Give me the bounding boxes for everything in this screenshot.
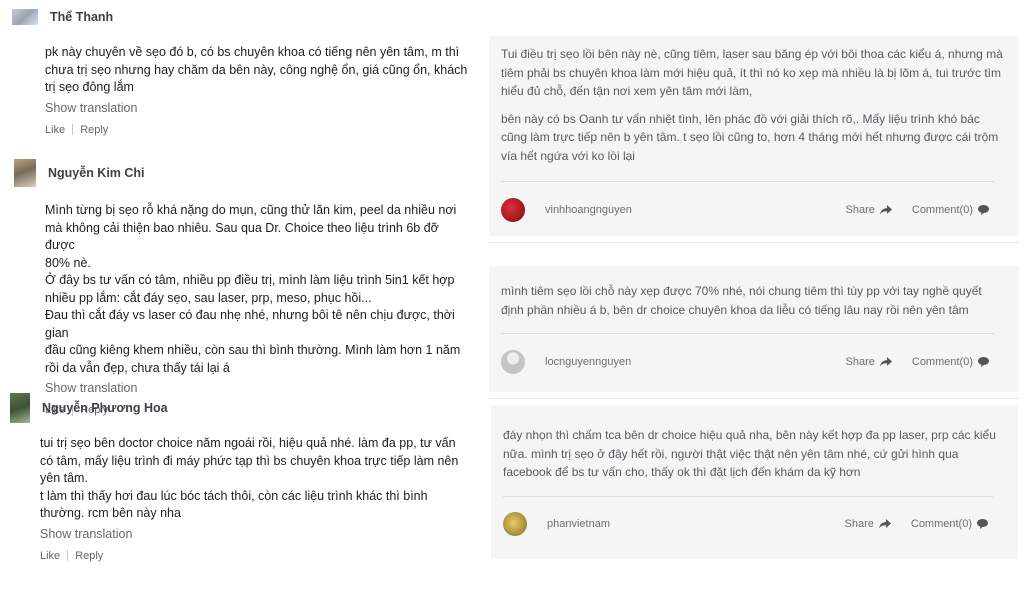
username[interactable]: phanvietnam [547,518,845,530]
share-button[interactable]: Share [846,204,892,216]
review-text: Tui điều trị sẹo lồi bên này nè, cũng ti… [501,47,1003,98]
reply-button[interactable]: Reply [75,550,103,562]
speech-bubble-icon [977,519,988,529]
share-label: Share [845,203,875,216]
commenter-name[interactable]: Thể Thanh [50,10,113,24]
review-card: đáy nhọn thì chấm tca bên dr choice hiệu… [491,405,1018,559]
divider [67,550,69,561]
review-text: bên này có bs Oanh tư vấn nhiệt tình, lê… [501,111,999,163]
review-card: mình tiêm sẹo lồi chỗ này xẹp được 70% n… [489,266,1019,392]
comment-button[interactable]: Comment(0) [912,204,989,216]
show-translation-link[interactable]: Show translation [40,527,475,541]
comment-label: Comment(0) [911,355,973,368]
review-card: Tui điều trị sẹo lồi bên này nè, cũng ti… [489,36,1019,236]
username[interactable]: vinhhoangnguyen [545,204,846,216]
comment-label: Comment(0) [910,518,972,530]
share-label: Share [844,518,874,530]
review-text: mình tiêm sẹo lồi chỗ này xẹp được 70% n… [501,284,982,317]
show-translation-link[interactable]: Show translation [45,101,475,115]
comment-text: tui trị sẹo bên doctor choice năm ngoái … [40,436,459,520]
like-button[interactable]: Like [40,550,60,562]
comment-button[interactable]: Comment(0) [911,518,988,530]
user-avatar[interactable] [501,349,525,374]
speech-bubble-icon [978,204,989,215]
share-icon [879,204,892,214]
comment-label: Comment(0) [911,203,973,216]
share-button[interactable]: Share [845,518,891,530]
divider [489,398,1019,399]
commenter-name[interactable]: Nguyễn Kim Chi [48,166,145,180]
comment-button[interactable]: Comment(0) [912,356,989,368]
username[interactable]: locnguyennguyen [545,356,846,368]
comment-item: Nguyễn Phương Hoa tui trị sẹo bên doctor… [0,393,475,562]
share-button[interactable]: Share [846,356,892,368]
avatar[interactable] [12,9,38,25]
comment-item: Nguyễn Kim Chi Mình từng bị sẹo rỗ khá n… [0,158,475,416]
speech-bubble-icon [978,356,989,367]
reply-button[interactable]: Reply [80,124,108,136]
review-text: đáy nhọn thì chấm tca bên dr choice hiệu… [503,428,996,479]
comment-item: Thể Thanh pk này chuyên về sẹo đó b, có … [0,2,475,136]
divider [489,242,1019,243]
share-label: Share [845,355,875,368]
divider [72,124,74,135]
commenter-name[interactable]: Nguyễn Phương Hoa [42,401,168,415]
share-icon [878,519,891,529]
comment-text: Mình từng bị sẹo rỗ khá nặng do mụn, cũn… [45,203,461,375]
avatar[interactable] [14,159,36,187]
avatar[interactable] [10,393,30,423]
comment-text: pk này chuyên về sẹo đó b, có bs chuyên … [45,45,468,94]
share-icon [879,356,892,366]
like-button[interactable]: Like [45,124,65,136]
user-avatar[interactable] [501,197,525,222]
user-avatar[interactable] [503,512,527,536]
